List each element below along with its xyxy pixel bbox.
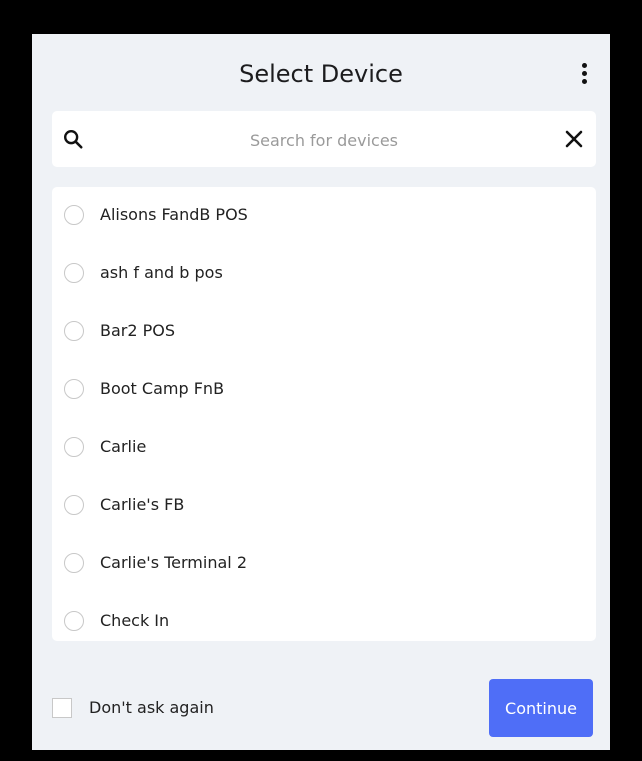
- search-input[interactable]: [102, 121, 546, 159]
- radio-button[interactable]: [64, 205, 84, 225]
- radio-button[interactable]: [64, 495, 84, 515]
- device-label: Alisons FandB POS: [100, 205, 248, 224]
- device-label: Carlie: [100, 437, 147, 456]
- device-item[interactable]: Carlie's FB: [52, 477, 596, 535]
- dont-ask-checkbox[interactable]: [52, 698, 72, 718]
- device-label: Boot Camp FnB: [100, 379, 225, 398]
- search-icon: [64, 130, 83, 149]
- radio-button[interactable]: [64, 611, 84, 631]
- device-item[interactable]: Carlie's Terminal 2: [52, 535, 596, 593]
- device-item[interactable]: Alisons FandB POS: [52, 187, 596, 245]
- device-item[interactable]: Bar2 POS: [52, 303, 596, 361]
- device-label: ash f and b pos: [100, 263, 223, 282]
- radio-button[interactable]: [64, 321, 84, 341]
- continue-button[interactable]: Continue: [489, 679, 593, 737]
- close-icon[interactable]: [564, 129, 584, 149]
- radio-button[interactable]: [64, 263, 84, 283]
- select-device-dialog: Select Device Alisons FandB POS ash f an…: [32, 34, 610, 750]
- radio-button[interactable]: [64, 553, 84, 573]
- radio-button[interactable]: [64, 437, 84, 457]
- more-vert-icon[interactable]: [574, 62, 594, 86]
- device-item[interactable]: Boot Camp FnB: [52, 361, 596, 419]
- device-item[interactable]: Carlie: [52, 419, 596, 477]
- device-label: Check In: [100, 611, 170, 630]
- dont-ask-label: Don't ask again: [89, 698, 214, 717]
- device-label: Bar2 POS: [100, 321, 176, 340]
- device-label: Carlie's FB: [100, 495, 185, 514]
- search-bar: [52, 111, 596, 167]
- device-item[interactable]: Check In: [52, 593, 596, 641]
- device-label: Carlie's Terminal 2: [100, 553, 247, 572]
- dialog-header: Select Device: [32, 54, 610, 94]
- radio-button[interactable]: [64, 379, 84, 399]
- device-list: Alisons FandB POS ash f and b pos Bar2 P…: [52, 187, 596, 641]
- device-item[interactable]: ash f and b pos: [52, 245, 596, 303]
- dialog-title: Select Device: [239, 60, 403, 88]
